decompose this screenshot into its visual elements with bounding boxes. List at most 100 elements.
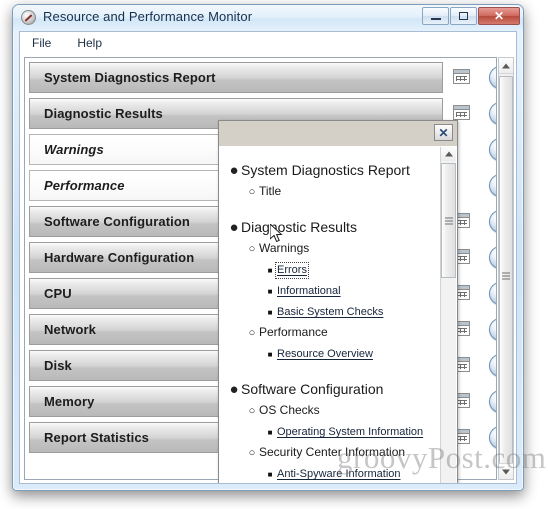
section-label: Disk xyxy=(44,358,72,373)
expand-section-button[interactable] xyxy=(489,354,496,377)
content-area: System Diagnostics Report Diagnostic Resu… xyxy=(20,54,516,483)
main-vertical-scrollbar[interactable] xyxy=(498,57,514,480)
scroll-up-button[interactable] xyxy=(499,58,513,74)
no-entry-circle-icon xyxy=(21,10,36,25)
menu-bar: File Help xyxy=(20,32,516,55)
popup-body: ● System Diagnostics Report ○ Title ● Diagnos… xyxy=(219,146,457,483)
table-grid-icon[interactable] xyxy=(453,105,470,120)
section-label: CPU xyxy=(44,286,72,301)
section-label: Diagnostic Results xyxy=(44,106,163,121)
maximize-button[interactable] xyxy=(450,7,477,25)
chevron-down-icon xyxy=(495,433,496,440)
bullet-icon: ● xyxy=(229,162,239,179)
chevron-down-icon xyxy=(495,217,496,224)
tree-item-label: Diagnostic Results xyxy=(241,219,357,235)
tree-item: ○ OS Checks xyxy=(245,398,439,419)
window-titlebar: Resource and Performance Monitor ✕ xyxy=(13,5,523,31)
expand-section-button[interactable] xyxy=(489,138,496,161)
window-title: Resource and Performance Monitor xyxy=(43,9,253,24)
tree-item[interactable]: ■ Resource Overview xyxy=(263,341,439,362)
tree-item: ● Diagnostic Results xyxy=(227,212,439,236)
popup-scroll-up-button[interactable] xyxy=(441,147,456,161)
expand-section-button[interactable] xyxy=(489,282,496,305)
section-row: System Diagnostics Report xyxy=(29,62,496,95)
bullet-icon: ■ xyxy=(267,350,273,359)
expand-section-button[interactable] xyxy=(489,318,496,341)
close-icon: ✕ xyxy=(493,9,505,23)
expand-section-button[interactable] xyxy=(489,210,496,233)
collapse-section-button[interactable] xyxy=(489,102,496,125)
tree-item[interactable]: ■Anti-Virus Information xyxy=(263,482,439,483)
tree-item-label[interactable]: Errors xyxy=(275,262,309,279)
chevron-up-icon xyxy=(495,108,496,115)
bullet-icon: ■ xyxy=(267,428,273,437)
section-label: Report Statistics xyxy=(44,430,150,445)
expand-section-button[interactable] xyxy=(489,426,496,449)
tree-item: ○ Security Center Information xyxy=(245,440,439,461)
scroll-down-button[interactable] xyxy=(499,463,513,479)
chevron-down-icon xyxy=(495,73,496,80)
bullet-icon: ○ xyxy=(248,243,256,255)
caret-up-icon xyxy=(444,151,453,157)
expand-section-button[interactable] xyxy=(489,390,496,413)
bullet-icon: ■ xyxy=(267,266,273,275)
section-label: Warnings xyxy=(44,142,104,157)
tree-item-label[interactable]: Anti-Spyware Information xyxy=(277,468,401,481)
section-label: Performance xyxy=(44,178,125,193)
chevron-down-icon xyxy=(495,361,496,368)
window-controls: ✕ xyxy=(422,7,520,25)
bullet-icon: ● xyxy=(229,219,239,236)
popup-close-button[interactable]: ✕ xyxy=(434,124,453,141)
bullet-icon: ○ xyxy=(248,447,256,459)
client-area: File Help System Diagnostics Report Diagn… xyxy=(19,31,517,484)
chevron-down-icon xyxy=(495,397,496,404)
section-label: Software Configuration xyxy=(44,214,190,229)
chevron-down-icon xyxy=(495,181,496,188)
grip-icon xyxy=(502,272,510,280)
close-button[interactable]: ✕ xyxy=(478,7,520,25)
tree-item-label[interactable]: Basic System Checks xyxy=(277,306,383,319)
popup-scroll-thumb[interactable] xyxy=(441,163,456,278)
bullet-icon: ■ xyxy=(267,287,273,296)
menu-item-file[interactable]: File xyxy=(28,34,55,52)
bullet-icon: ○ xyxy=(248,327,256,339)
tree-item[interactable]: ■ Anti-Spyware Information xyxy=(263,461,439,482)
tree-item: ● Software Configuration xyxy=(227,374,439,398)
tree-item-label: Performance xyxy=(259,325,328,339)
caret-down-icon xyxy=(502,469,510,474)
table-grid-icon[interactable] xyxy=(453,69,470,84)
tree-item-label[interactable]: Operating System Information xyxy=(277,426,423,439)
popup-header: ✕ xyxy=(219,121,457,147)
caret-up-icon xyxy=(502,63,510,68)
section-bar[interactable]: System Diagnostics Report xyxy=(29,62,443,93)
popup-vertical-scrollbar[interactable] xyxy=(440,147,456,483)
tree-item-label[interactable]: Title xyxy=(259,184,281,199)
menu-item-help[interactable]: Help xyxy=(73,34,106,52)
tree-item[interactable]: ■ Basic System Checks xyxy=(263,299,439,320)
report-navigation-popup: ✕ ● System Diagnostics Report ○ Title ● Diagn… xyxy=(218,120,458,483)
minimize-button[interactable] xyxy=(422,7,449,25)
minimize-icon xyxy=(423,8,448,24)
expand-section-button[interactable] xyxy=(489,174,496,197)
grip-icon xyxy=(444,217,453,224)
chevron-down-icon xyxy=(495,253,496,260)
scroll-thumb[interactable] xyxy=(499,76,513,476)
tree-item-label[interactable]: Resource Overview xyxy=(277,348,373,361)
tree-item[interactable]: ■ Informational xyxy=(263,278,439,299)
chevron-down-icon xyxy=(495,325,496,332)
tree-item: ● System Diagnostics Report xyxy=(227,155,439,179)
tree-item[interactable]: ○ Title xyxy=(245,179,439,200)
expand-section-button[interactable] xyxy=(489,66,496,89)
chevron-down-icon xyxy=(495,145,496,152)
expand-section-button[interactable] xyxy=(489,246,496,269)
tree-item-label[interactable]: Informational xyxy=(277,285,341,298)
tree-item[interactable]: ■ Errors xyxy=(263,257,439,279)
bullet-icon: ○ xyxy=(248,405,256,417)
maximize-icon xyxy=(451,8,476,24)
tree-item-label: System Diagnostics Report xyxy=(241,162,410,178)
bullet-icon: ○ xyxy=(248,186,256,198)
tree-item-label: Warnings xyxy=(259,241,310,255)
tree-item[interactable]: ■ Operating System Information xyxy=(263,419,439,440)
bullet-icon: ■ xyxy=(267,308,273,317)
